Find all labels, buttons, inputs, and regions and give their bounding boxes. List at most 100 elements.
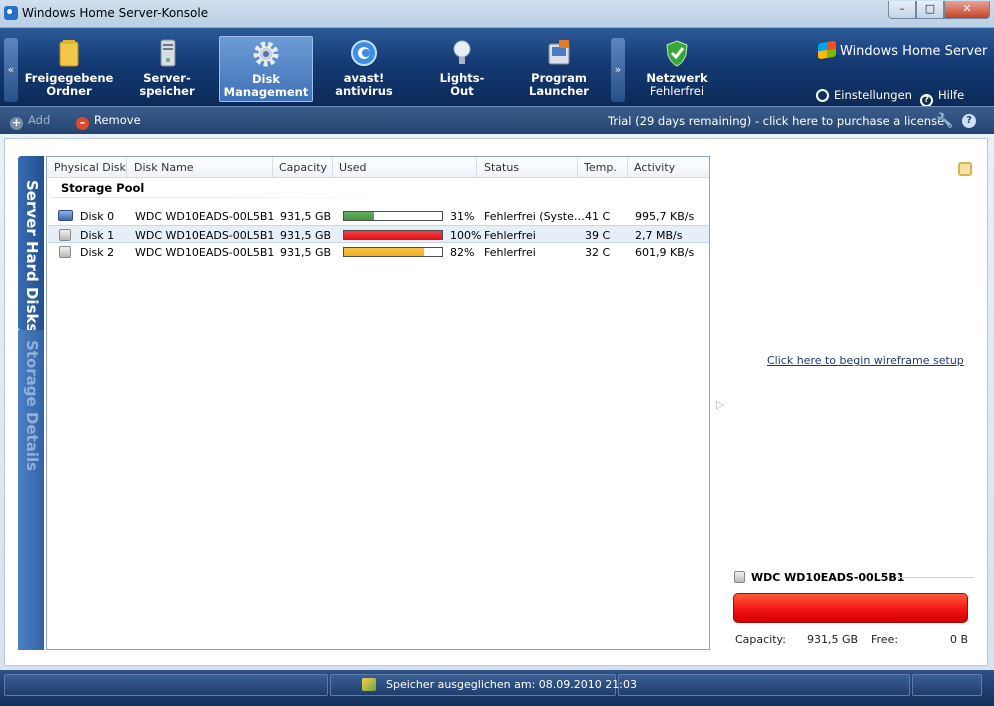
status-cell: Fehlerfrei (Syste… [484, 210, 585, 223]
col-temp[interactable]: Temp. [584, 161, 617, 174]
tab-label: Lights- Out [439, 71, 485, 98]
used-bar [343, 230, 443, 240]
status-text: Speicher ausgeglichen am: 08.09.2010 21:… [386, 678, 637, 691]
tab-lights-out[interactable]: Lights- Out [415, 36, 509, 102]
help-label: Hilfe [938, 88, 965, 102]
tab-avast-antivirus[interactable]: avast! antivirus [317, 36, 411, 102]
collapse-arrow-icon[interactable]: ▷ [716, 398, 724, 411]
status-cell: Fehlerfrei [484, 229, 536, 242]
temp-cell: 41 C [585, 210, 611, 223]
minimize-button[interactable]: – [888, 1, 916, 19]
settings-gear-icon [816, 89, 829, 102]
disk-name-cell: WDC WD10EADS-00L5B1 [135, 229, 275, 242]
brand-text: Windows Home Server [840, 44, 988, 59]
add-button[interactable]: + Add [10, 113, 50, 130]
disk-name-cell: WDC WD10EADS-00L5B1 [135, 246, 275, 259]
system-disk-icon [58, 210, 73, 221]
group-storage-pool: Storage Pool [61, 181, 145, 195]
shield-check-icon [666, 40, 688, 67]
col-capacity[interactable]: Capacity [279, 161, 327, 174]
side-tab-storage-details[interactable]: Storage Details [18, 330, 44, 650]
table-row[interactable]: Disk 0 WDC WD10EADS-00L5B1 931,5 GB 31% Fehl… [48, 207, 709, 225]
col-disk-name[interactable]: Disk Name [134, 161, 194, 174]
tab-program-launcher[interactable]: Program Launcher [512, 36, 606, 102]
nav-scroll-left-button[interactable]: « [4, 38, 18, 102]
remove-label: Remove [94, 113, 141, 127]
tab-label: Disk Management [223, 72, 309, 99]
side-tab-label: Server Hard Disks [23, 180, 41, 333]
window-title: Windows Home Server-Konsole [22, 6, 209, 20]
window-controls: – □ ✕ [888, 1, 990, 19]
app-icon [4, 6, 18, 20]
physical-disk-cell: Disk 0 [80, 210, 115, 223]
activity-cell: 2,7 MB/s [635, 229, 683, 242]
activity-cell: 601,9 KB/s [635, 246, 695, 259]
avast-icon [351, 40, 377, 66]
server-icon [160, 39, 176, 67]
activity-cell: 995,7 KB/s [635, 210, 695, 223]
add-icon: + [10, 116, 23, 130]
physical-disk-cell: Disk 1 [80, 229, 115, 242]
disk-list: Physical Disk Disk Name Capacity Used St… [46, 156, 710, 650]
title-bar: Windows Home Server-Konsole – □ ✕ [0, 0, 994, 28]
tab-label: Program Launcher [529, 71, 589, 98]
column-header-row: Physical Disk Disk Name Capacity Used St… [47, 157, 709, 178]
capacity-cell: 931,5 GB [280, 210, 332, 223]
network-status[interactable]: Netzwerk Fehlerfrei [630, 36, 724, 102]
help-link[interactable]: ? Hilfe [920, 88, 964, 107]
network-status-text: Fehlerfrei [649, 84, 705, 98]
brand-logo: Windows Home Server [818, 40, 988, 60]
tab-server-storage[interactable]: Server- speicher [120, 36, 214, 102]
folder-icon [59, 40, 79, 67]
side-tab-server-hard-disks[interactable]: Server Hard Disks [18, 156, 44, 333]
disk-name-cell: WDC WD10EADS-00L5B1 [135, 210, 275, 223]
lock-icon[interactable] [958, 162, 972, 176]
used-percent-cell: 31% [450, 210, 475, 223]
col-physical-disk[interactable]: Physical Disk [54, 161, 126, 174]
trial-license-link[interactable]: Trial (29 days remaining) - click here t… [608, 114, 944, 128]
remove-button[interactable]: – Remove [76, 113, 141, 130]
col-status[interactable]: Status [484, 161, 519, 174]
physical-disk-cell: Disk 2 [80, 246, 115, 259]
capacity-cell: 931,5 GB [280, 246, 332, 259]
capacity-value: 931,5 GB [807, 633, 859, 646]
storage-balanced-icon [362, 678, 376, 691]
tab-label: Server- speicher [139, 71, 195, 98]
nav-bar: « Freigegebene Ordner Server- speicher D… [0, 28, 994, 107]
used-percent-cell: 100% [450, 229, 482, 242]
tab-disk-management[interactable]: Disk Management [219, 36, 313, 102]
free-value: 0 B [950, 633, 969, 646]
col-used[interactable]: Used [339, 161, 367, 174]
wireframe-setup-link[interactable]: Click here to begin wireframe setup [767, 354, 964, 367]
lightbulb-icon [453, 40, 471, 64]
toolbar-help-button[interactable]: ? [962, 114, 976, 128]
tab-shared-folders[interactable]: Freigegebene Ordner [22, 36, 116, 102]
wrench-icon[interactable]: 🔧 [936, 113, 953, 129]
capacity-cell: 931,5 GB [280, 229, 332, 242]
disk-icon [734, 571, 745, 583]
temp-cell: 39 C [585, 229, 611, 242]
tab-label: Freigegebene Ordner [24, 71, 114, 98]
disk-icon [59, 246, 71, 258]
settings-label: Einstellungen [834, 88, 912, 102]
windows-flag-icon [818, 40, 836, 60]
selected-disk-name: WDC WD10EADS-00L5B1 [734, 571, 904, 584]
toolbar: + Add – Remove Trial (29 days remaining) -… [0, 106, 994, 134]
table-row[interactable]: Disk 1 WDC WD10EADS-00L5B1 931,5 GB 100% Feh… [48, 225, 709, 243]
maximize-button[interactable]: □ [916, 1, 944, 19]
used-bar-fill [344, 248, 425, 256]
used-bar [343, 247, 443, 257]
capacity-label: Capacity: [735, 633, 786, 646]
side-tab-label: Storage Details [23, 340, 41, 472]
disk-usage-bar [733, 593, 968, 623]
nav-scroll-right-button[interactable]: » [611, 38, 625, 102]
table-row[interactable]: Disk 2 WDC WD10EADS-00L5B1 931,5 GB 82% Fehl… [48, 243, 709, 261]
close-button[interactable]: ✕ [944, 1, 990, 19]
col-activity[interactable]: Activity [634, 161, 675, 174]
selected-disk-label: WDC WD10EADS-00L5B1 [751, 571, 905, 584]
status-bar: Speicher ausgeglichen am: 08.09.2010 21:… [0, 670, 994, 706]
remove-icon: – [76, 117, 89, 130]
temp-cell: 32 C [585, 246, 611, 259]
free-label: Free: [871, 633, 899, 646]
settings-link[interactable]: Einstellungen [816, 88, 912, 102]
